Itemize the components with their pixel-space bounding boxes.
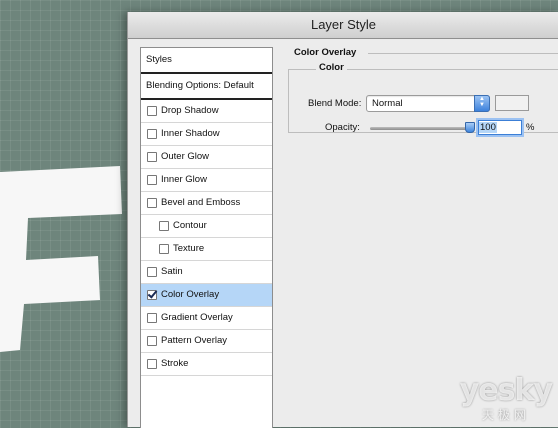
color-group-title: Color bbox=[316, 62, 347, 73]
checkbox-icon[interactable] bbox=[147, 313, 157, 323]
checkbox-icon[interactable] bbox=[147, 359, 157, 369]
style-item-bevel-and-emboss[interactable]: Bevel and Emboss bbox=[141, 192, 272, 215]
checkbox-icon[interactable] bbox=[147, 198, 157, 208]
style-item-inner-glow[interactable]: Inner Glow bbox=[141, 169, 272, 192]
style-item-label: Pattern Overlay bbox=[161, 335, 227, 346]
style-item-gradient-overlay[interactable]: Gradient Overlay bbox=[141, 307, 272, 330]
style-item-label: Outer Glow bbox=[161, 151, 210, 162]
watermark: yesky 天极网 bbox=[459, 373, 553, 423]
style-item-label: Contour bbox=[173, 220, 207, 231]
checkbox-icon[interactable] bbox=[147, 152, 157, 162]
checkbox-icon[interactable] bbox=[147, 336, 157, 346]
style-item-label: Bevel and Emboss bbox=[161, 197, 241, 208]
style-item-label: Stroke bbox=[161, 358, 189, 369]
checkbox-icon[interactable] bbox=[147, 175, 157, 185]
checkbox-icon[interactable] bbox=[147, 267, 157, 277]
checkbox-icon[interactable] bbox=[159, 221, 169, 231]
section-title: Color Overlay bbox=[294, 47, 357, 58]
checkbox-icon[interactable] bbox=[159, 244, 169, 254]
select-arrows-icon: ▲ ▼ bbox=[474, 95, 490, 112]
opacity-slider-track[interactable] bbox=[370, 127, 470, 130]
style-item-label: Texture bbox=[173, 243, 205, 254]
style-item-pattern-overlay[interactable]: Pattern Overlay bbox=[141, 330, 272, 353]
opacity-unit: % bbox=[526, 122, 535, 133]
style-item-label: Satin bbox=[161, 266, 183, 277]
style-item-stroke[interactable]: Stroke bbox=[141, 353, 272, 376]
style-item-contour[interactable]: Contour bbox=[141, 215, 272, 238]
opacity-label: Opacity: bbox=[325, 122, 360, 133]
checkbox-icon[interactable] bbox=[147, 290, 157, 300]
blending-options-item[interactable]: Blending Options: Default bbox=[141, 74, 272, 100]
opacity-value: 100 bbox=[479, 122, 497, 133]
dialog-title: Layer Style bbox=[128, 12, 558, 39]
section-divider bbox=[368, 53, 558, 54]
style-items-list: Drop Shadow Inner Shadow Outer Glow Inner G… bbox=[141, 100, 272, 376]
style-item-outer-glow[interactable]: Outer Glow bbox=[141, 146, 272, 169]
style-item-label: Gradient Overlay bbox=[161, 312, 233, 323]
overlay-color-swatch[interactable] bbox=[495, 95, 529, 111]
opacity-input[interactable]: 100 bbox=[478, 120, 522, 135]
blend-mode-select[interactable]: Normal ▲ ▼ bbox=[366, 95, 490, 112]
style-item-inner-shadow[interactable]: Inner Shadow bbox=[141, 123, 272, 146]
style-item-label: Drop Shadow bbox=[161, 105, 219, 116]
canvas-letter-f bbox=[0, 0, 130, 427]
style-item-label: Inner Shadow bbox=[161, 128, 220, 139]
blend-mode-label: Blend Mode: bbox=[308, 98, 362, 109]
style-item-satin[interactable]: Satin bbox=[141, 261, 272, 284]
watermark-main: yesky bbox=[459, 373, 553, 408]
letter-f-shape bbox=[0, 166, 122, 352]
checkbox-icon[interactable] bbox=[147, 106, 157, 116]
watermark-sub: 天极网 bbox=[481, 408, 530, 422]
checkbox-icon[interactable] bbox=[147, 129, 157, 139]
styles-list-panel: Styles Blending Options: Default Drop Sh… bbox=[140, 47, 273, 428]
layer-style-dialog: Layer Style Styles Blending Options: Def… bbox=[127, 12, 558, 428]
opacity-slider-knob[interactable] bbox=[465, 122, 475, 133]
style-item-color-overlay[interactable]: Color Overlay bbox=[141, 284, 272, 307]
style-item-texture[interactable]: Texture bbox=[141, 238, 272, 261]
style-item-label: Color Overlay bbox=[161, 289, 220, 300]
color-overlay-panel: Color Overlay Color Blend Mode: Normal ▲… bbox=[288, 47, 558, 427]
style-item-drop-shadow[interactable]: Drop Shadow bbox=[141, 100, 272, 123]
styles-header[interactable]: Styles bbox=[141, 48, 272, 74]
blend-mode-value: Normal bbox=[372, 98, 403, 109]
style-item-label: Inner Glow bbox=[161, 174, 207, 185]
